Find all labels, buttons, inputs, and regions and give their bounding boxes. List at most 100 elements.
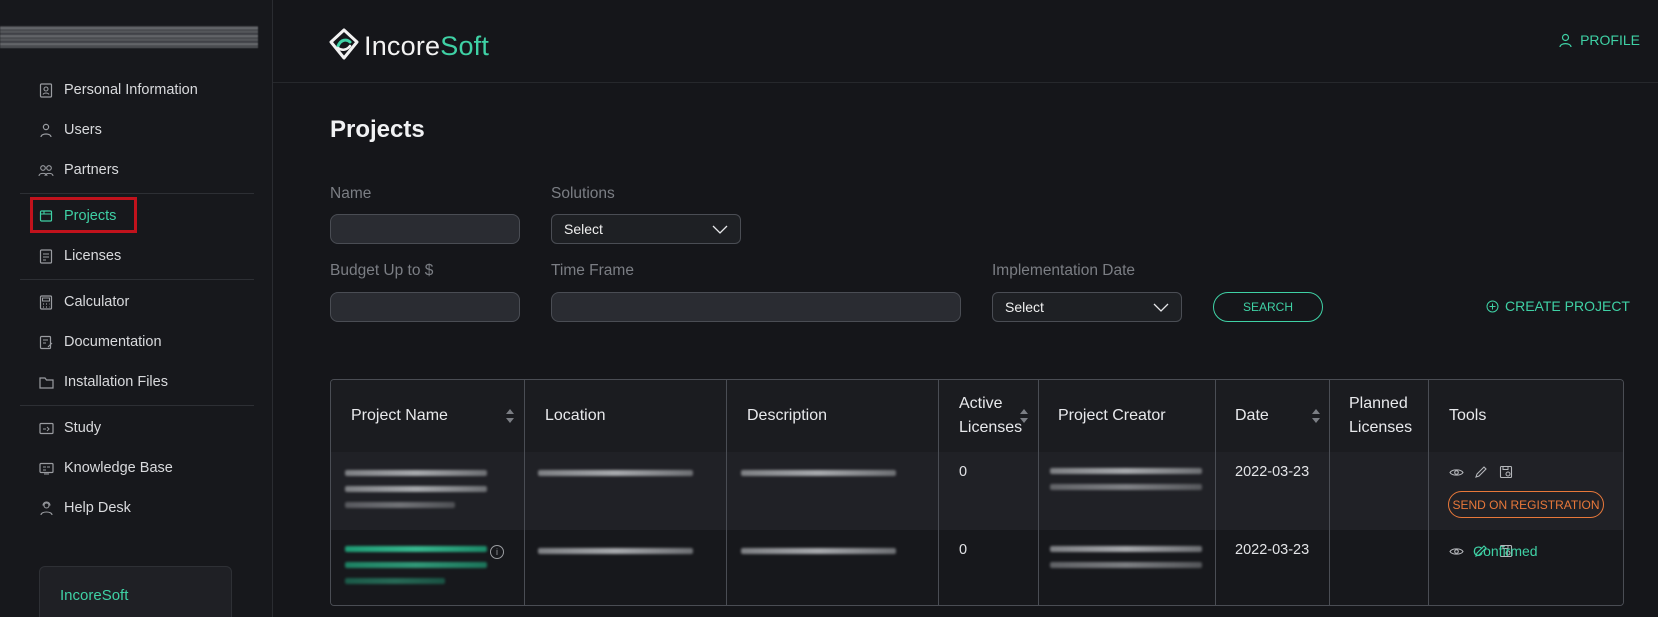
column-divider (938, 380, 939, 605)
sidebar-item-label: Licenses (64, 248, 122, 264)
folder-outline-icon (38, 374, 54, 390)
sidebar-item-label: Installation Files (64, 374, 168, 390)
status-confirmed: Confirmed (1473, 543, 1538, 559)
sidebar-item-study[interactable]: Study (20, 412, 254, 444)
sidebar-item-knowledge-base[interactable]: Knowledge Base (20, 452, 254, 484)
document-edit-icon (38, 334, 54, 350)
selection-highlight (30, 197, 137, 233)
header-project-creator: Project Creator (1058, 407, 1166, 424)
profile-link[interactable]: PROFILE (1559, 32, 1640, 48)
create-project-label: CREATE PROJECT (1505, 298, 1630, 314)
column-divider (524, 380, 525, 605)
license-icon (38, 248, 54, 264)
blurred-description (741, 548, 896, 554)
chevron-down-icon (1153, 303, 1169, 312)
column-divider (1215, 380, 1216, 605)
timeframe-label: Time Frame (551, 262, 634, 279)
sidebar-divider (20, 279, 254, 280)
active-licenses-value: 0 (959, 464, 968, 480)
active-licenses-value: 0 (959, 542, 968, 558)
blurred-project-name (345, 578, 445, 584)
header-planned-licenses: Planned Licenses (1349, 395, 1413, 436)
blurred-description (741, 470, 896, 476)
sidebar-divider (20, 193, 254, 194)
date-value: 2022-03-23 (1235, 464, 1310, 480)
blurred-project-name (345, 562, 487, 568)
id-card-icon (38, 82, 54, 98)
chevron-down-icon (712, 225, 728, 234)
blurred-creator (1050, 546, 1202, 552)
sidebar-item-help-desk[interactable]: Help Desk (20, 492, 254, 524)
sidebar-account-blurred (0, 26, 258, 48)
sidebar-item-label: Users (64, 122, 102, 138)
logo-mark-icon (328, 28, 360, 65)
budget-input[interactable] (330, 292, 520, 322)
blurred-creator (1050, 562, 1202, 568)
sort-icon[interactable] (505, 407, 515, 425)
header-location: Location (545, 407, 606, 424)
sort-icon[interactable] (1019, 407, 1029, 425)
search-button[interactable]: SEARCH (1213, 292, 1323, 322)
sidebar-item-users[interactable]: Users (20, 114, 254, 146)
blurred-project-name (345, 486, 487, 492)
page-title: Projects (330, 116, 425, 143)
sidebar-item-personal-information[interactable]: Personal Information (20, 74, 254, 106)
blurred-project-name (345, 546, 487, 552)
top-header: IncoreSoft PROFILE (273, 0, 1658, 83)
sidebar-item-documentation[interactable]: Documentation (20, 326, 254, 358)
row-tools (1448, 464, 1514, 480)
solutions-label: Solutions (551, 185, 615, 202)
info-icon[interactable]: i (490, 545, 504, 559)
logo-text: IncoreSoft (364, 31, 490, 61)
blurred-project-name (345, 470, 487, 476)
sort-icon[interactable] (1311, 407, 1321, 425)
implementation-date-value: Select (1005, 299, 1044, 315)
save-file-icon[interactable] (1498, 464, 1514, 480)
sidebar-item-label: Personal Information (64, 82, 198, 98)
implementation-date-label: Implementation Date (992, 262, 1136, 279)
partners-icon (38, 162, 54, 178)
solutions-select[interactable]: Select (551, 214, 741, 244)
sidebar-item-label: Partners (64, 162, 119, 178)
sidebar-item-partners[interactable]: Partners (20, 154, 254, 186)
user-icon (1559, 33, 1572, 47)
sidebar-item-label: Help Desk (64, 500, 131, 516)
company-name: IncoreSoft (60, 587, 129, 604)
sidebar-item-label: Documentation (64, 334, 162, 350)
knowledge-icon (38, 460, 54, 476)
edit-icon[interactable] (1473, 464, 1489, 480)
view-icon[interactable] (1448, 464, 1464, 480)
solutions-value: Select (564, 221, 603, 237)
timeframe-input[interactable] (551, 292, 961, 322)
send-on-registration-button[interactable]: SEND ON REGISTRATION (1448, 491, 1604, 518)
logo[interactable]: IncoreSoft (328, 28, 489, 65)
column-divider (1038, 380, 1039, 605)
create-project-button[interactable]: CREATE PROJECT (1486, 298, 1630, 314)
blurred-project-name (345, 502, 455, 508)
blurred-creator (1050, 484, 1202, 490)
header-project-name[interactable]: Project Name (351, 404, 448, 428)
header-description: Description (747, 407, 828, 424)
column-divider (726, 380, 727, 605)
study-icon (38, 420, 54, 436)
blurred-creator (1050, 468, 1202, 474)
header-tools: Tools (1449, 407, 1487, 424)
header-date[interactable]: Date (1235, 404, 1269, 428)
sidebar-divider (20, 405, 254, 406)
sidebar-item-licenses[interactable]: Licenses (20, 240, 254, 272)
name-input[interactable] (330, 214, 520, 244)
blurred-location (538, 470, 693, 476)
sidebar-company-card[interactable]: IncoreSoft (39, 566, 232, 617)
column-divider (1329, 380, 1330, 605)
column-divider (1428, 380, 1429, 605)
sidebar-item-label: Calculator (64, 294, 130, 310)
implementation-date-select[interactable]: Select (992, 292, 1182, 322)
sidebar-item-label: Knowledge Base (64, 460, 173, 476)
sidebar-item-installation-files[interactable]: Installation Files (20, 366, 254, 398)
calculator-icon (38, 294, 54, 310)
plus-circle-icon (1486, 300, 1499, 312)
blurred-location (538, 548, 693, 554)
sidebar-item-calculator[interactable]: Calculator (20, 286, 254, 318)
sidebar: Personal Information Users Partners Proj… (0, 0, 273, 617)
view-icon[interactable] (1448, 543, 1464, 559)
